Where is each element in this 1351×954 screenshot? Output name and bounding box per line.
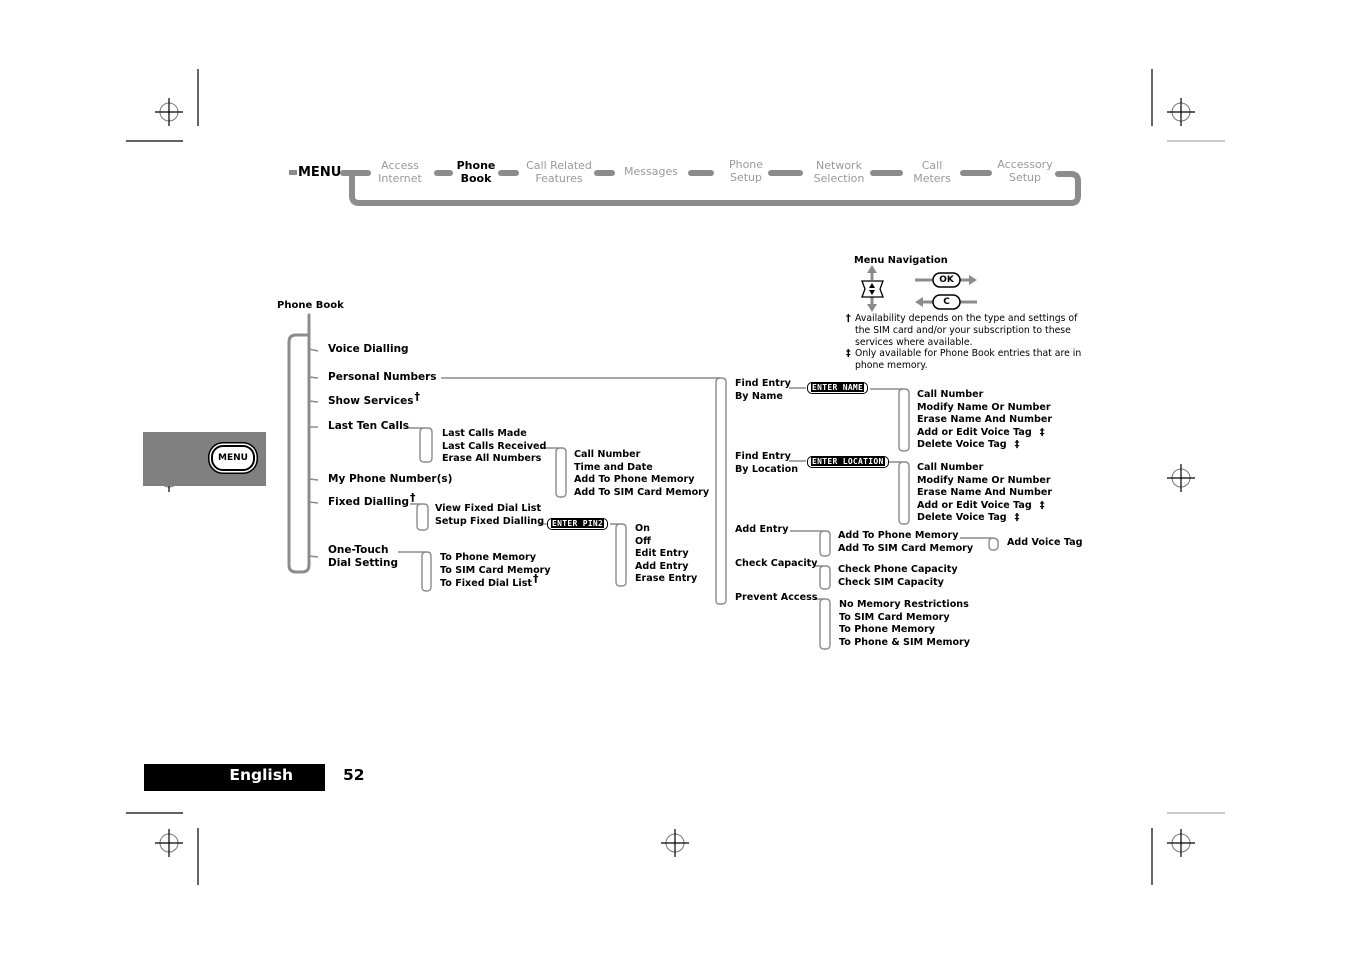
dagger-icon: † (414, 390, 421, 403)
menu-bullet-icon (289, 170, 297, 175)
menu-key-icon: MENU (211, 445, 255, 471)
tree-root: Phone Book (277, 300, 344, 311)
c-key-icon: C (943, 297, 950, 307)
tree-item-voice-dialling: Voice Dialling (328, 343, 409, 355)
menu-item-label: Internet (378, 172, 422, 185)
check-capacity-option: Check SIM Capacity (838, 576, 944, 588)
prevent-access: Prevent Access (735, 592, 818, 603)
add-entry-option: Add To Phone Memory (838, 530, 959, 541)
menu-item-call-related-features[interactable]: Call Related Features (526, 159, 592, 185)
find-by-name-option: Call Number (917, 389, 984, 400)
find-by-name-option: Delete Voice Tag ‡ (917, 439, 1020, 451)
prevent-access-option: No Memory Restrictions (839, 599, 969, 610)
legend-title: Menu Navigation (854, 255, 948, 266)
find-by-location-option: Add or Edit Voice Tag ‡ (917, 499, 1045, 511)
calls-received-option: Add To SIM Card Memory (574, 486, 710, 498)
dagger-icon: † (533, 572, 539, 586)
add-entry: Add Entry (735, 524, 789, 535)
menu-item-label: Book (460, 172, 492, 185)
enter-pin2-screen: ENTER PIN2 (547, 518, 609, 530)
add-voice-tag: Add Voice Tag (1007, 537, 1083, 548)
menu-item-messages[interactable]: Messages (624, 165, 678, 178)
menu-bar-connectors (340, 170, 1081, 206)
menu-item-phone-book[interactable]: Phone Book (457, 159, 496, 185)
calls-received-option: Add To Phone Memory (574, 474, 695, 486)
tree-item-last-ten-calls: Last Ten Calls (328, 420, 409, 432)
tree-item-my-phone-number-s: My Phone Number(s) (328, 473, 453, 485)
tree-item-personal-numbers: Personal Numbers (328, 371, 437, 383)
page-number: 52 (343, 766, 365, 784)
menu-item-accessory-setup[interactable]: Accessory Setup (997, 158, 1052, 184)
dagger-note-text: Availability depends on the type and set… (855, 313, 1078, 348)
menu-item-label: Phone (456, 159, 496, 172)
ddagger-note: ‡ Only available for Phone Book entries … (846, 348, 1087, 372)
tree-item-fixed-dialling: Fixed Dialling† (328, 491, 416, 508)
enter-location-screen: ENTER LOCATION (807, 456, 889, 468)
menu-item-label: Setup (1008, 171, 1042, 184)
fixed-dialling-option: View Fixed Dial List (435, 503, 542, 514)
find-by-location-option: Modify Name Or Number (917, 474, 1051, 486)
menu-item-label: Network (816, 159, 862, 172)
ddagger-icon: ‡ (1039, 426, 1045, 438)
calls-received-option: Call Number (574, 449, 641, 460)
ddagger-icon: ‡ (846, 348, 851, 359)
menu-item-phone-setup[interactable]: Phone Setup (729, 158, 763, 184)
calls-received-option: Time and Date (574, 461, 653, 473)
tree-brackets (287, 313, 311, 574)
menu-item-label: Accessory (997, 158, 1053, 171)
setup-fixed-dialling-option: Edit Entry (635, 548, 689, 560)
menu-item-label: Phone (728, 158, 764, 171)
find-by-name-option: Add or Edit Voice Tag ‡ (917, 426, 1045, 438)
menu-item-label: Messages (624, 165, 678, 178)
tree-item-show-services: Show Services† (328, 390, 421, 407)
last-ten-calls-option: Erase All Numbers (442, 453, 542, 465)
ok-key-icon: OK (939, 275, 954, 285)
find-entry-by-location: Find Entry By Location (735, 451, 799, 475)
prevent-access-option: To SIM Card Memory (839, 611, 950, 623)
dagger-icon: † (410, 491, 416, 504)
menu-root-label: MENU (298, 165, 342, 180)
menu-item-call-meters[interactable]: Call Meters (913, 159, 951, 185)
menu-item-label: Setup (729, 171, 763, 184)
nav-key-body (861, 280, 884, 298)
setup-fixed-dialling-option: Add Entry (635, 560, 689, 572)
menu-item-label: Call Related (526, 159, 592, 172)
menu-item-label: Meters (913, 172, 951, 185)
enter-name-screen: ENTER NAME (807, 382, 869, 394)
ddagger-icon: ‡ (1039, 499, 1045, 511)
prevent-access-option: To Phone & SIM Memory (839, 636, 971, 648)
find-by-location-option: Erase Name And Number (917, 487, 1053, 499)
find-by-location-option: Delete Voice Tag ‡ (917, 512, 1020, 524)
dagger-icon: † (846, 313, 851, 324)
ddagger-note-text: Only available for Phone Book entries th… (855, 348, 1082, 371)
prevent-access-option: To Phone Memory (839, 624, 935, 636)
check-capacity-option: Check Phone Capacity (838, 564, 958, 575)
one-touch-option: To Fixed Dial List† (440, 572, 539, 590)
fixed-dialling-option: Setup Fixed Dialling (435, 515, 545, 527)
last-ten-calls-option: Last Calls Made (442, 428, 527, 439)
tree-item-one-touch-dial-setting: One-Touch Dial Setting (328, 544, 398, 569)
menu-item-label: Selection (813, 172, 865, 185)
add-entry-option: Add To SIM Card Memory (838, 542, 974, 554)
check-capacity: Check Capacity (735, 558, 818, 569)
one-touch-option: To Phone Memory (440, 552, 536, 563)
language-bar: English (144, 764, 325, 791)
find-by-location-option: Call Number (917, 462, 984, 473)
last-ten-calls-option: Last Calls Received (442, 440, 547, 452)
menu-item-label: Features (535, 172, 583, 185)
menu-item-network-selection[interactable]: Network Selection (814, 159, 865, 185)
find-by-name-option: Erase Name And Number (917, 414, 1053, 426)
menu-item-access-internet[interactable]: Access Internet (378, 159, 422, 185)
find-by-name-option: Modify Name Or Number (917, 401, 1051, 413)
find-entry-by-name: Find Entry By Name (735, 378, 791, 402)
ddagger-icon: ‡ (1014, 512, 1020, 524)
language-label: English (229, 766, 293, 784)
menu-item-label: Call (921, 159, 943, 172)
setup-fixed-dialling-option: Off (635, 535, 651, 547)
setup-fixed-dialling-option: Erase Entry (635, 573, 698, 585)
dagger-note: † Availability depends on the type and s… (846, 313, 1087, 348)
ddagger-icon: ‡ (1014, 439, 1020, 451)
menu-item-label: Access (381, 159, 419, 172)
setup-fixed-dialling-option: On (635, 523, 650, 534)
